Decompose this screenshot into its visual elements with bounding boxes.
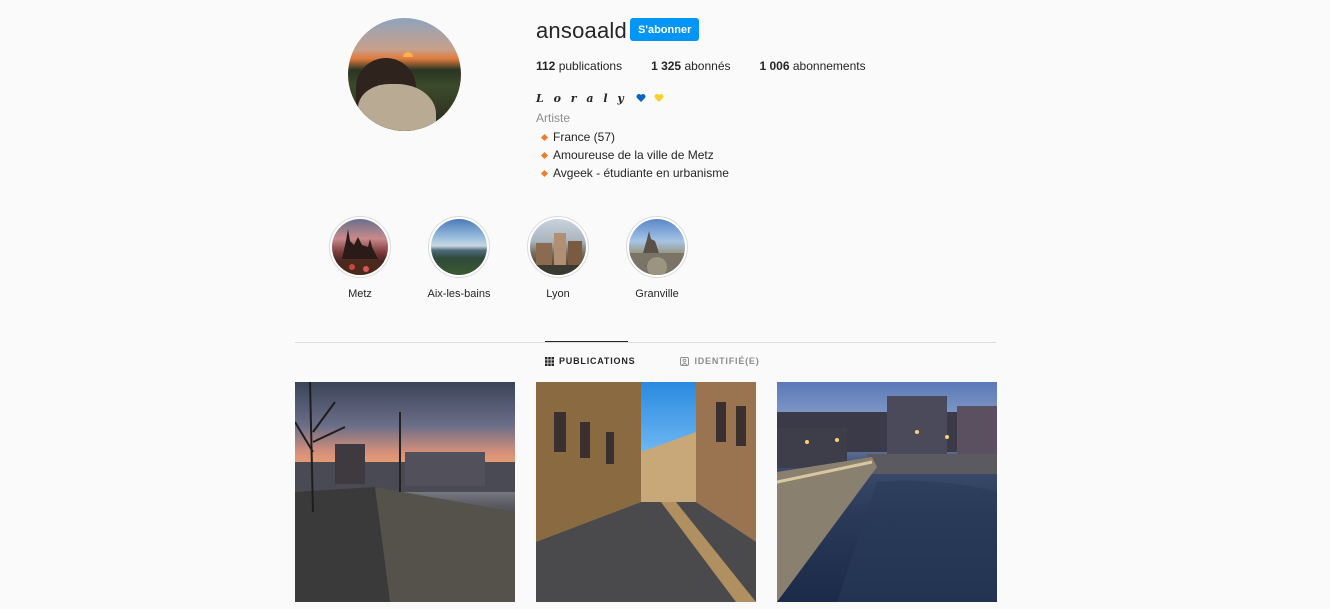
bio-line: France (57) [536,128,729,146]
post-thumbnail[interactable] [536,382,756,602]
tab-tagged[interactable]: IDENTIFIÉ(E) [680,356,759,366]
post-image-cobbled-street [536,382,756,602]
profile-username: ansoaald [536,18,627,43]
orange-diamond-icon [540,133,549,141]
active-tab-indicator [545,341,628,342]
stat-following[interactable]: 1 006 abonnements [760,59,866,73]
bio-line: Amoureuse de la ville de Metz [536,146,729,164]
highlight-label: Granville [635,288,679,300]
highlight-ring [428,216,490,278]
grid-icon [545,356,554,366]
highlight-thumbnail [332,219,388,275]
highlight-label: Aix-les-bains [427,288,491,300]
highlight-thumbnail [431,219,487,275]
avatar-sun [403,52,413,57]
post-image-riverside-walk [295,382,515,602]
stat-posts: 112 publications [536,59,623,73]
highlight-aix-les-bains[interactable]: Aix-les-bains [428,216,490,300]
follow-button[interactable]: S'abonner [630,18,700,41]
stat-followers[interactable]: 1 325 abonnés [651,59,730,73]
highlight-ring [626,216,688,278]
tab-label: IDENTIFIÉ(E) [694,356,760,366]
tab-publications[interactable]: PUBLICATIONS [545,356,635,366]
bio-line: Avgeek - étudiante en urbanisme [536,164,729,182]
cathedral-silhouette [332,229,388,275]
highlight-label: Metz [348,288,372,300]
highlight-lyon[interactable]: Lyon [527,216,589,300]
story-highlights: Metz Aix-les-bains Lyon Granville [329,216,725,300]
profile-page: ansoaald S'abonner 112 publications 1 32… [295,0,997,609]
highlight-thumbnail [530,219,586,275]
building-silhouette [530,233,586,275]
post-thumbnail[interactable] [295,382,515,602]
post-image-river-bridge [777,396,997,602]
avatar-coat [358,84,436,131]
tagged-icon [680,356,690,366]
church-silhouette [629,231,685,275]
yellow-heart-icon [654,94,664,102]
posts-grid [295,382,997,602]
profile-avatar[interactable] [348,18,461,131]
highlight-thumbnail [629,219,685,275]
orange-diamond-icon [540,151,549,159]
profile-stats: 112 publications 1 325 abonnés 1 006 abo… [536,59,895,73]
highlight-label: Lyon [546,288,570,300]
tabs-divider [295,342,996,343]
highlight-granville[interactable]: Granville [626,216,688,300]
highlight-ring [329,216,391,278]
post-thumbnail[interactable] [777,382,997,602]
highlight-metz[interactable]: Metz [329,216,391,300]
blue-heart-icon [636,94,646,102]
tab-label: PUBLICATIONS [559,356,636,366]
profile-bio: France (57) Amoureuse de la ville de Met… [536,128,729,182]
profile-category: Artiste [536,111,571,125]
orange-diamond-icon [540,169,549,177]
highlight-ring [527,216,589,278]
profile-full-name: L o r a l y [536,92,664,105]
profile-tabs: PUBLICATIONS IDENTIFIÉ(E) [545,356,805,366]
